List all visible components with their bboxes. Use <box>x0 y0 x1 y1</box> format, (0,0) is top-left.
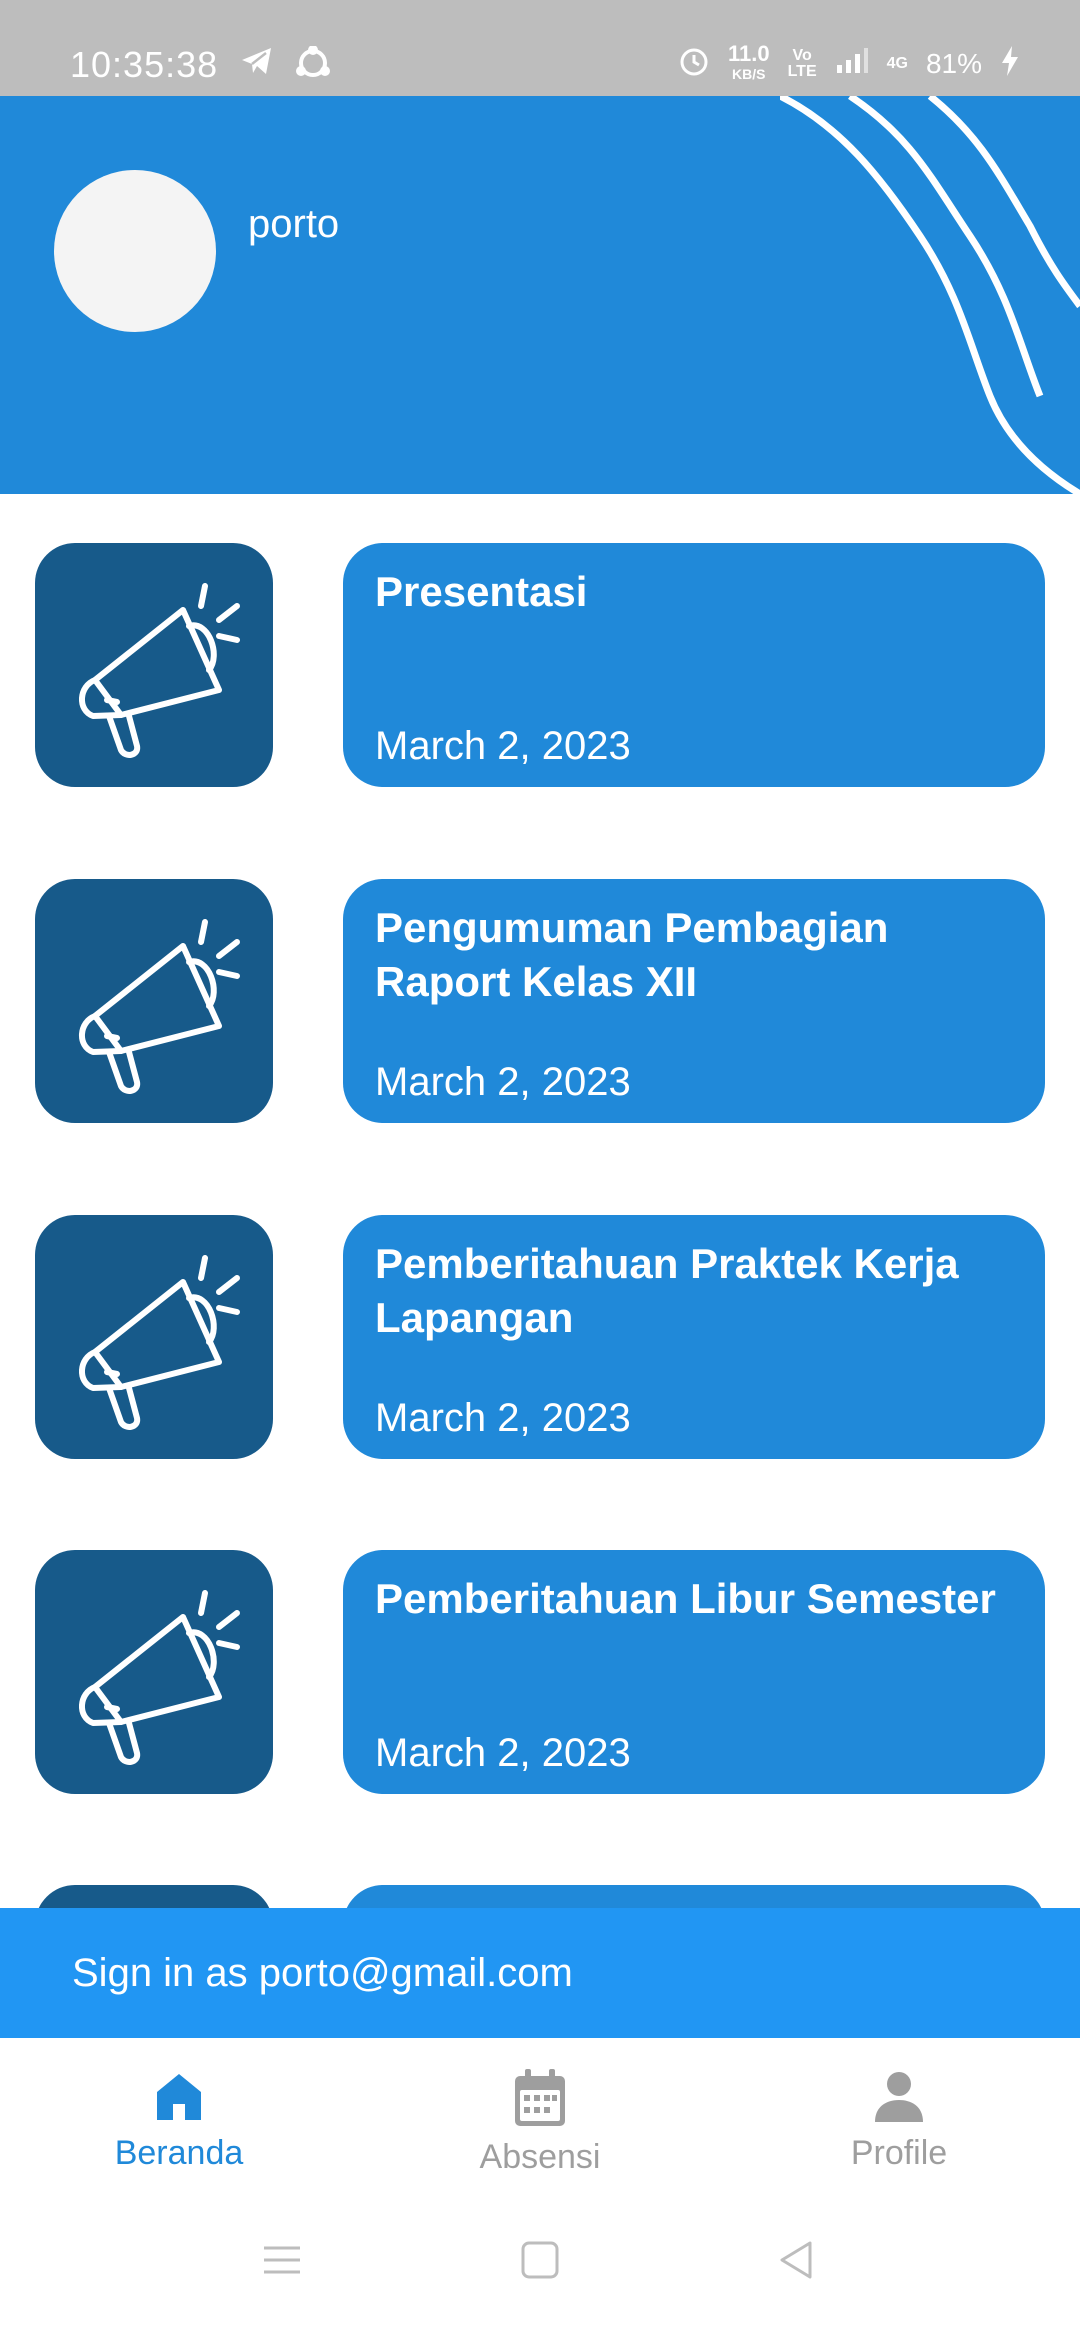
announcement-icon-box <box>35 543 273 787</box>
person-icon <box>875 2072 923 2122</box>
signin-text: Sign in as porto@gmail.com <box>72 1950 573 1995</box>
network-type: 4G <box>886 55 908 72</box>
announcement-item[interactable]: Pemberitahuan Praktek Kerja Lapangan Mar… <box>0 1215 1080 1459</box>
announcement-item[interactable]: Presentasi March 2, 2023 <box>0 543 1080 787</box>
battery-charging-icon <box>1000 45 1020 84</box>
announcement-date: March 2, 2023 <box>375 1060 631 1104</box>
status-time: 10:35:38 <box>70 44 219 85</box>
announcement-item-partial[interactable] <box>0 1885 1080 1908</box>
avatar[interactable] <box>54 170 216 332</box>
volte-indicator: Vo LTE <box>787 47 817 80</box>
home-button-icon[interactable] <box>520 2240 560 2285</box>
menu-icon[interactable] <box>262 2240 302 2285</box>
announcement-item[interactable]: Pemberitahuan Libur Semester March 2, 20… <box>0 1550 1080 1794</box>
announcement-icon-box <box>35 1215 273 1459</box>
battery-percent: 81% <box>925 48 982 79</box>
network-speed: 11.0 KB/S <box>727 41 770 83</box>
bottom-navigation: Beranda Absensi Profile <box>0 2038 1080 2198</box>
announcement-icon-box <box>35 1550 273 1794</box>
announcement-item[interactable]: Pengumuman Pembagian Raport Kelas XII Ma… <box>0 879 1080 1123</box>
home-icon <box>157 2074 201 2120</box>
signin-banner: Sign in as porto@gmail.com <box>0 1908 1080 2038</box>
announcement-card[interactable]: Pemberitahuan Libur Semester March 2, 20… <box>343 1550 1045 1794</box>
status-bar: 10:35:38 11.0 KB/S Vo LTE 4G 81% <box>0 0 1080 96</box>
announcement-title: Pemberitahuan Praktek Kerja Lapangan <box>375 1240 959 1341</box>
telegram-icon <box>240 46 274 85</box>
announcement-icon-box <box>35 1885 273 1908</box>
signal-icon <box>835 47 869 82</box>
announcement-title: Pengumuman Pembagian Raport Kelas XII <box>375 904 889 1005</box>
announcement-date: March 2, 2023 <box>375 1731 631 1775</box>
megaphone-icon <box>79 583 240 758</box>
calendar-icon <box>515 2069 565 2126</box>
nav-absensi[interactable]: Absensi <box>410 2068 670 2177</box>
nav-label: Beranda <box>114 2134 244 2172</box>
announcement-date: March 2, 2023 <box>375 1396 631 1440</box>
profile-header: porto <box>0 96 1080 494</box>
nav-label: Profile <box>850 2134 948 2172</box>
announcement-card[interactable]: Pemberitahuan Praktek Kerja Lapangan Mar… <box>343 1215 1045 1459</box>
announcement-icon-box <box>35 879 273 1123</box>
announcement-card[interactable]: Pengumuman Pembagian Raport Kelas XII Ma… <box>343 879 1045 1123</box>
megaphone-icon <box>79 1255 240 1430</box>
decorative-waves <box>780 96 1080 494</box>
announcement-list[interactable]: Presentasi March 2, 2023 Pengumuman Pemb… <box>0 494 1080 1908</box>
system-navigation <box>0 2198 1080 2340</box>
announcement-card[interactable] <box>343 1885 1045 1908</box>
sync-icon <box>294 45 332 85</box>
announcement-card[interactable]: Presentasi March 2, 2023 <box>343 543 1045 787</box>
nav-beranda[interactable]: Beranda <box>49 2068 309 2173</box>
megaphone-icon <box>79 1590 240 1765</box>
nav-profile[interactable]: Profile <box>769 2068 1029 2173</box>
nav-label: Absensi <box>479 2138 601 2176</box>
announcement-date: March 2, 2023 <box>375 724 631 768</box>
announcement-title: Pemberitahuan Libur Semester <box>375 1575 996 1622</box>
announcement-title: Presentasi <box>375 568 588 615</box>
username: porto <box>248 202 340 246</box>
megaphone-icon <box>79 919 240 1094</box>
alarm-icon <box>678 45 710 84</box>
back-icon[interactable] <box>776 2240 816 2285</box>
